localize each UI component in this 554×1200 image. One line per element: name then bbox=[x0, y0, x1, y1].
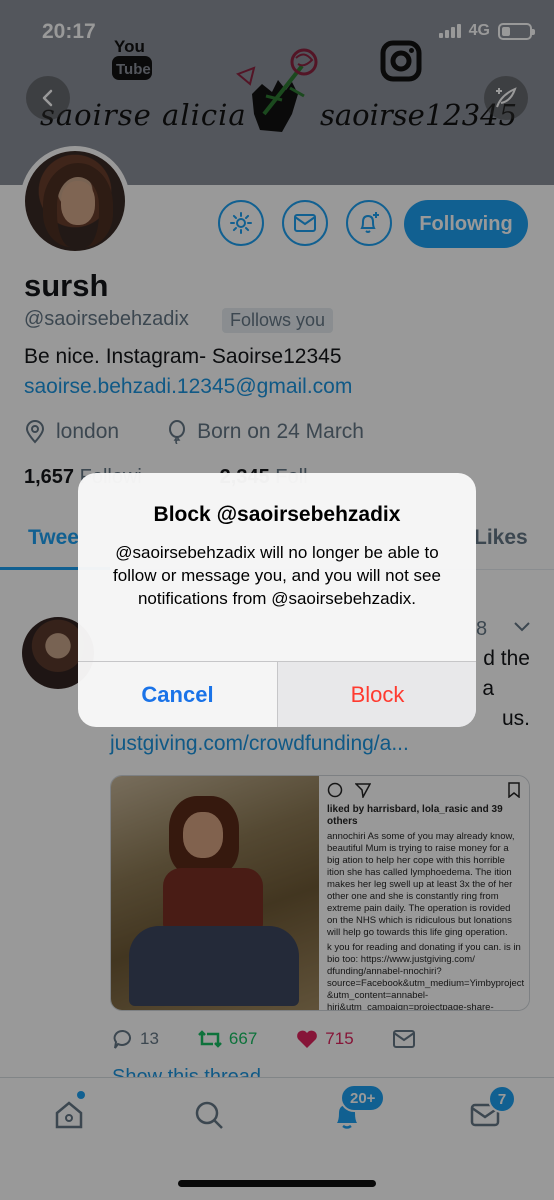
cancel-button[interactable]: Cancel bbox=[78, 662, 277, 727]
alert-title: Block @saoirsebehzadix bbox=[153, 503, 401, 526]
alert-message: @saoirsebehzadix will no longer be able … bbox=[113, 543, 441, 608]
block-button[interactable]: Block bbox=[278, 662, 476, 727]
block-confirmation-alert: Block @saoirsebehzadix @saoirsebehzadix … bbox=[78, 473, 476, 727]
